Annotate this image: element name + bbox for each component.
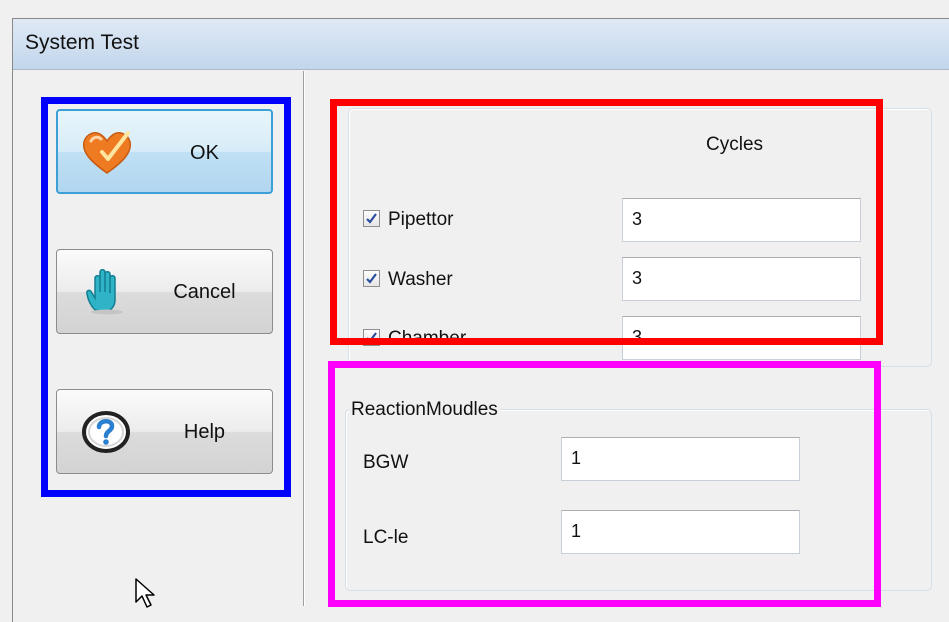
cycles-highlight-box bbox=[330, 99, 883, 345]
modules-highlight-box bbox=[328, 361, 881, 607]
title-bar[interactable]: System Test bbox=[13, 19, 949, 70]
buttons-highlight-box bbox=[41, 97, 291, 497]
window-title: System Test bbox=[25, 31, 139, 54]
mouse-cursor-icon bbox=[135, 578, 155, 608]
